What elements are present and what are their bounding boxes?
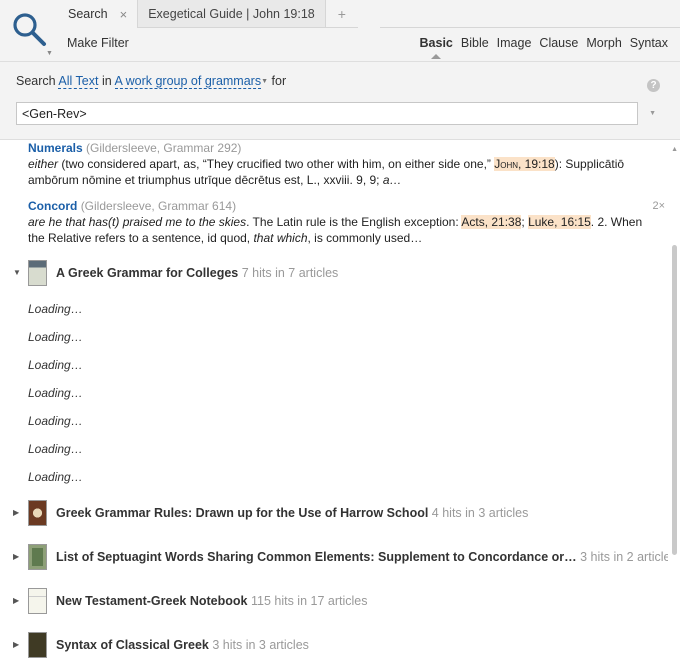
bible-reference[interactable]: Acts, 21:38: [461, 215, 522, 229]
loading-text: Loading…: [28, 442, 83, 456]
search-panel-header: ▼ Search × Exegetical Guide | John 19:18…: [0, 0, 680, 62]
help-icon[interactable]: ?: [647, 79, 660, 92]
search-type-basic[interactable]: Basic: [420, 36, 453, 59]
loading-text: Loading…: [28, 414, 83, 428]
tab-search[interactable]: Search ×: [58, 0, 139, 28]
book-group[interactable]: ▶ List of Septuagint Words Sharing Commo…: [0, 544, 668, 570]
book-group[interactable]: ▶ Syntax of Classical Greek 3 hits in 3 …: [0, 632, 668, 658]
article-title[interactable]: Numerals: [28, 141, 83, 155]
expand-triangle-icon[interactable]: ▶: [13, 508, 19, 517]
close-icon[interactable]: ×: [120, 7, 128, 22]
book-group[interactable]: ▶ Greek Grammar Rules: Drawn up for the …: [0, 500, 668, 526]
result-text: are he that has(t) praised me to the ski…: [28, 215, 247, 229]
search-type-morph[interactable]: Morph: [586, 36, 621, 50]
book-title[interactable]: New Testament-Greek Notebook 115 hits in…: [56, 594, 367, 608]
result-text: , is commonly used…: [307, 231, 423, 245]
in-word: in: [101, 74, 112, 88]
scope-selector[interactable]: All Text: [58, 74, 99, 89]
loading-text: Loading…: [28, 386, 83, 400]
search-criteria: Search All Text in A work group of gramm…: [0, 62, 680, 140]
search-type-tabs: Basic Bible Image Clause Morph Syntax: [420, 36, 668, 59]
new-tab-button[interactable]: +: [325, 0, 358, 28]
book-title[interactable]: List of Septuagint Words Sharing Common …: [56, 550, 668, 564]
bible-reference[interactable]: Luke, 16:15: [528, 215, 591, 229]
expand-triangle-icon[interactable]: ▶: [13, 552, 19, 561]
expand-triangle-icon[interactable]: ▶: [13, 640, 19, 649]
result-text: (two considered apart, as, “They crucifi…: [58, 157, 495, 171]
tab-label: Search: [68, 7, 108, 21]
magnifier-icon: [13, 13, 46, 46]
result-text: . 2. When: [590, 215, 643, 229]
make-filter-button[interactable]: Make Filter: [67, 36, 129, 50]
tab-strip: Search × Exegetical Guide | John 19:18 +: [58, 0, 358, 28]
tab-exegetical-guide[interactable]: Exegetical Guide | John 19:18: [138, 0, 326, 28]
search-type-image[interactable]: Image: [497, 36, 532, 50]
book-group[interactable]: ▼ A Greek Grammar for Colleges 7 hits in…: [0, 260, 668, 286]
loading-text: Loading…: [28, 470, 83, 484]
loading-text: Loading…: [28, 358, 83, 372]
search-menu-button[interactable]: ▼: [8, 6, 54, 58]
chevron-down-icon[interactable]: ▼: [261, 78, 268, 85]
search-sentence: Search All Text in A work group of gramm…: [16, 74, 287, 89]
collection-selector[interactable]: A work group of grammars: [114, 74, 262, 89]
hit-count: 3 hits in 3 articles: [212, 638, 309, 652]
book-cover: [28, 544, 47, 570]
chevron-down-icon: ▼: [46, 50, 53, 57]
hit-count: 4 hits in 3 articles: [431, 506, 529, 520]
result-article[interactable]: Concord (Gildersleeve, Grammar 614) are …: [28, 198, 658, 246]
results-list: Numerals (Gildersleeve, Grammar 292) eit…: [0, 140, 668, 661]
result-text: ): Supplicātiō: [554, 157, 625, 171]
result-text: either: [28, 157, 59, 171]
result-text: that which: [253, 231, 308, 245]
book-title[interactable]: Greek Grammar Rules: Drawn up for the Us…: [56, 506, 528, 520]
loading-text: Loading…: [28, 302, 83, 316]
article-title[interactable]: Concord: [28, 199, 77, 213]
result-text: . The Latin rule is the English exceptio…: [246, 215, 462, 229]
book-group[interactable]: ▶ New Testament-Greek Notebook 115 hits …: [0, 588, 668, 614]
scroll-up-icon[interactable]: ▲: [671, 146, 678, 153]
search-type-syntax[interactable]: Syntax: [630, 36, 668, 50]
tab-label: Exegetical Guide | John 19:18: [148, 6, 315, 21]
for-word: for: [271, 74, 287, 88]
bible-reference[interactable]: John, 19:18: [494, 157, 555, 171]
scrollbar-thumb[interactable]: [672, 245, 677, 555]
chevron-down-icon[interactable]: ▼: [649, 110, 656, 117]
book-title[interactable]: Syntax of Classical Greek 3 hits in 3 ar…: [56, 638, 309, 652]
collapse-triangle-icon[interactable]: ▼: [13, 268, 21, 277]
result-text: the Relative refers to a sentence, id qu…: [28, 231, 254, 245]
result-article[interactable]: Numerals (Gildersleeve, Grammar 292) eit…: [28, 140, 658, 188]
article-source: (Gildersleeve, Grammar 292): [86, 141, 242, 155]
book-cover: [28, 260, 47, 286]
book-title[interactable]: A Greek Grammar for Colleges 7 hits in 7…: [56, 266, 338, 280]
hit-count: 115 hits in 17 articles: [250, 594, 368, 608]
hit-count: 3 hits in 2 articles: [580, 550, 668, 564]
multiplier-badge: 2×: [652, 200, 665, 212]
result-text: a…: [382, 173, 402, 187]
hit-count: 7 hits in 7 articles: [241, 266, 339, 280]
search-prefix: Search: [16, 74, 56, 88]
loading-text: Loading…: [28, 330, 83, 344]
book-cover: [28, 500, 47, 526]
book-cover: [28, 588, 47, 614]
search-type-clause[interactable]: Clause: [539, 36, 578, 50]
search-query-input[interactable]: [16, 102, 638, 125]
expand-triangle-icon[interactable]: ▶: [13, 596, 19, 605]
book-cover: [28, 632, 47, 658]
search-type-bible[interactable]: Bible: [461, 36, 489, 50]
article-source: (Gildersleeve, Grammar 614): [80, 199, 237, 213]
result-text: ambōrum nōmine et triumphus utrīque dēcr…: [28, 173, 383, 187]
